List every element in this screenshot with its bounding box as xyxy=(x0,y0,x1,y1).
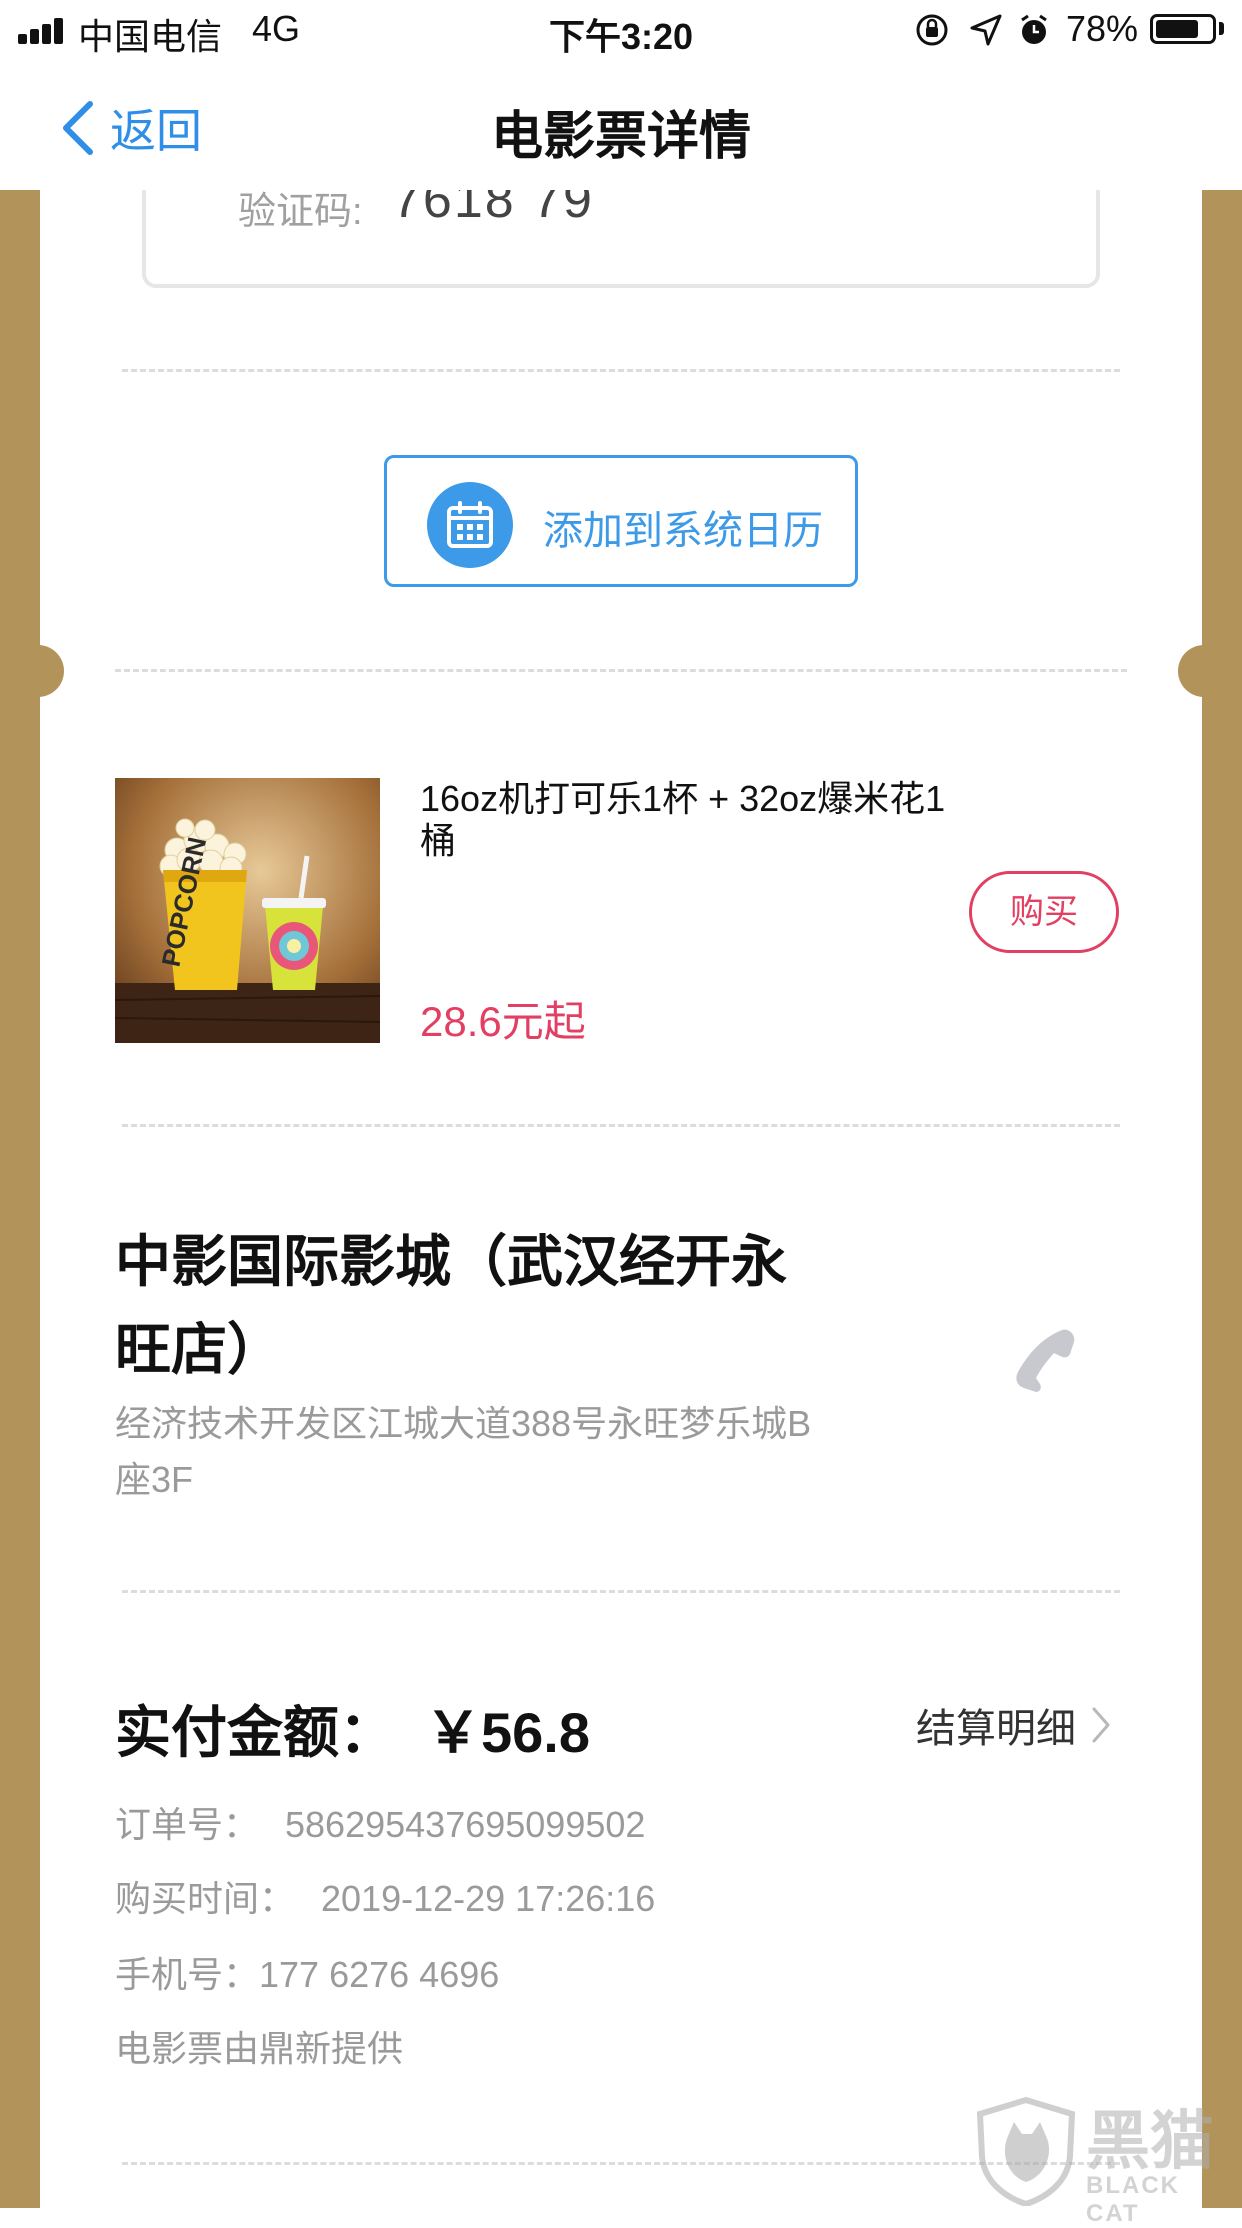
ticket-notch-right xyxy=(1178,645,1230,697)
status-time: 下午3:20 xyxy=(548,16,694,57)
ticket-frame-right xyxy=(1202,190,1242,2208)
purchase-time-label: 购买时间： xyxy=(115,1878,296,1919)
provider-note: 电影票由鼎新提供 xyxy=(115,2028,404,2069)
location-icon xyxy=(970,14,1002,46)
ticket-notch-left xyxy=(12,645,64,697)
combo-image: POPCORN xyxy=(115,778,380,1043)
nav-bar-overlay: 返回 电影票详情 xyxy=(0,60,1242,190)
watermark-text: 黑猫 xyxy=(1086,2105,1214,2177)
combo-price: 28.6元起 xyxy=(420,998,586,1045)
black-cat-logo-icon xyxy=(976,2096,1076,2206)
popcorn-image: POPCORN xyxy=(115,778,380,1043)
combo-name: 16oz机打可乐1杯 + 32oz爆米花1桶 xyxy=(420,778,946,861)
divider xyxy=(122,369,1120,372)
alarm-icon xyxy=(1021,14,1047,44)
battery-percent: 78% xyxy=(1066,8,1139,49)
ticket-frame-left xyxy=(0,190,40,2208)
battery-tip xyxy=(1219,22,1224,35)
orientation-lock-icon xyxy=(916,14,948,46)
status-bar: 中国电信 4G 下午3:20 78% xyxy=(0,0,1242,60)
add-to-calendar-button[interactable]: 添加到系统日历 xyxy=(384,455,858,587)
phone-number-value: 177 6276 4696 xyxy=(259,1954,500,1995)
paid-amount-label: 实付金额： xyxy=(115,1701,395,1764)
divider xyxy=(115,669,1127,672)
watermark-subtext: BLACK CAT xyxy=(1086,2172,1180,2227)
add-to-calendar-label: 添加到系统日历 xyxy=(543,509,823,553)
divider xyxy=(122,1590,1120,1593)
settlement-detail-label: 结算明细 xyxy=(916,1707,1076,1751)
order-number-value: 586295437695099502 xyxy=(285,1804,646,1845)
cinema-address: 经济技术开发区江城大道388号永旺梦乐城B座3F xyxy=(115,1403,812,1500)
watermark: 黑猫 BLACK CAT xyxy=(968,2090,1242,2227)
page-title: 电影票详情 xyxy=(490,108,751,166)
paid-amount-value: ￥56.8 xyxy=(425,1701,590,1764)
phone-icon[interactable] xyxy=(1010,1324,1080,1394)
phone-row: 手机号：177 6276 4696 xyxy=(115,1946,499,1998)
order-number-label: 订单号： xyxy=(115,1804,260,1845)
buy-combo-button[interactable]: 购买 xyxy=(969,871,1119,953)
calendar-icon xyxy=(447,501,493,548)
purchase-time-value: 2019-12-29 17:26:16 xyxy=(321,1878,656,1919)
purchase-time-row: 购买时间： 2019-12-29 17:26:16 xyxy=(115,1870,655,1922)
chevron-right-icon xyxy=(1092,1707,1110,1743)
phone-number-label: 手机号： xyxy=(115,1954,260,1995)
order-number-row: 订单号： 586295437695099502 xyxy=(115,1796,645,1848)
cinema-name: 中影国际影城（武汉经开永旺店） xyxy=(115,1230,787,1381)
divider xyxy=(122,1124,1120,1127)
battery-icon xyxy=(1150,14,1216,44)
calendar-icon-badge xyxy=(427,482,513,568)
settlement-detail-link[interactable]: 结算明细 xyxy=(916,1696,1112,1754)
